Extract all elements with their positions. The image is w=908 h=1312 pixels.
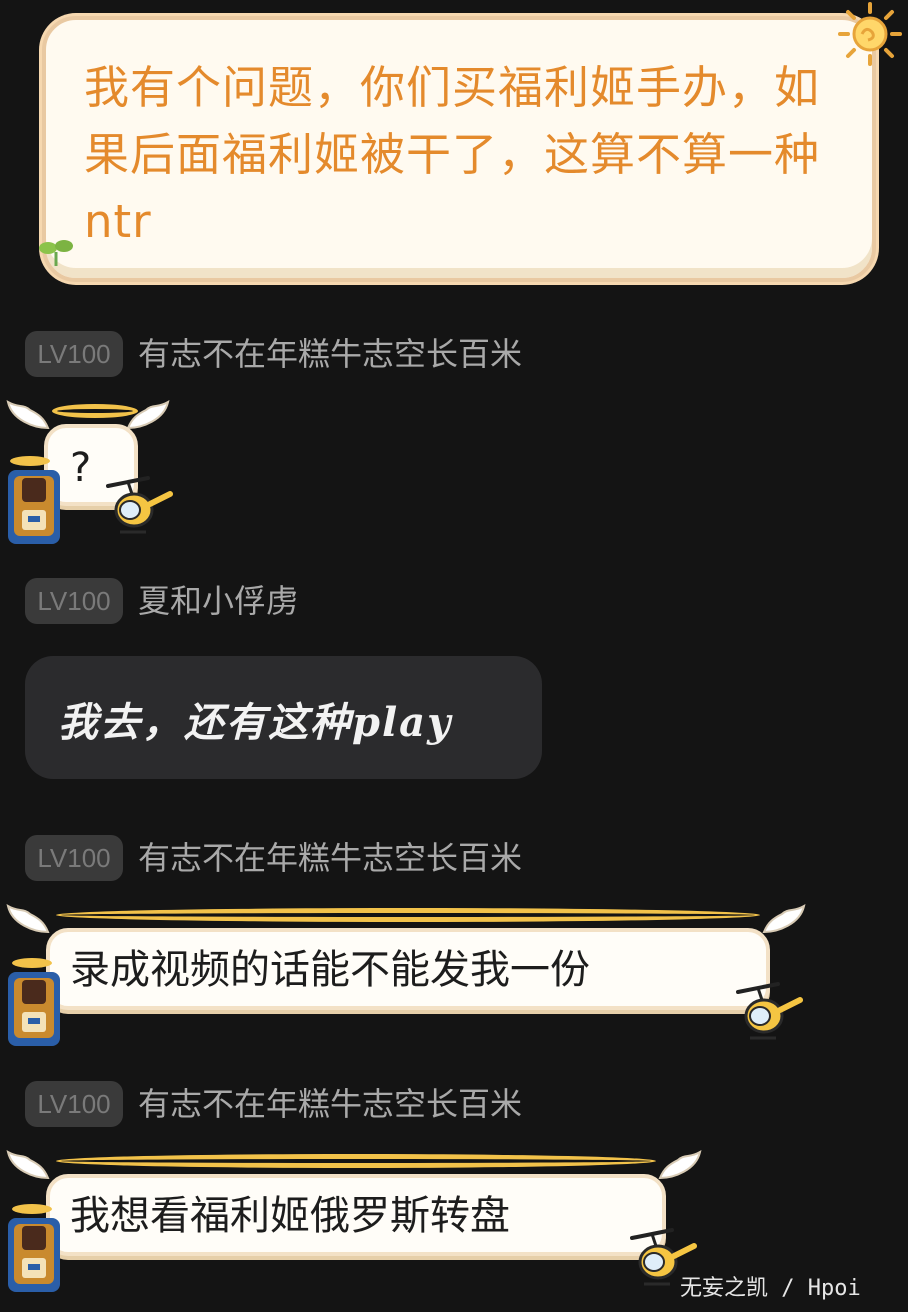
halo-icon bbox=[12, 1204, 52, 1214]
message-text: 我想看福利姬俄罗斯转盘 bbox=[70, 1193, 510, 1239]
wing-icon bbox=[6, 399, 50, 430]
watermark: 无妄之凯 / Hpoi bbox=[680, 1276, 861, 1301]
quote-text: 我有个问题，你们买福利姬手办，如果后面福利姬被干了，这算不算一种ntr bbox=[84, 61, 821, 248]
wing-icon bbox=[6, 1149, 50, 1180]
avatar-icon[interactable] bbox=[6, 970, 62, 1048]
message-text: 我去，还有这种play bbox=[58, 699, 453, 746]
level-badge: LV100 bbox=[25, 578, 123, 624]
username[interactable]: 夏和小俘虏 bbox=[138, 578, 298, 624]
avatar-icon[interactable] bbox=[6, 468, 62, 546]
level-badge: LV100 bbox=[25, 835, 123, 881]
username[interactable]: 有志不在年糕牛志空长百米 bbox=[138, 1081, 522, 1127]
halo-icon bbox=[12, 958, 52, 968]
message-text: ? bbox=[70, 445, 92, 491]
wing-icon bbox=[658, 1149, 702, 1180]
sprout-icon bbox=[39, 240, 73, 266]
message-text: 录成视频的话能不能发我一份 bbox=[70, 947, 590, 993]
sun-icon bbox=[838, 2, 902, 66]
halo-icon bbox=[56, 908, 760, 922]
avatar-icon[interactable] bbox=[6, 1216, 62, 1294]
helicopter-icon bbox=[736, 982, 803, 1040]
level-badge: LV100 bbox=[25, 1081, 123, 1127]
halo-icon bbox=[56, 1154, 656, 1168]
halo-icon bbox=[10, 456, 50, 466]
level-badge: LV100 bbox=[25, 331, 123, 377]
halo-icon bbox=[52, 404, 138, 418]
wing-icon bbox=[762, 903, 806, 934]
helicopter-icon bbox=[106, 476, 173, 534]
wing-icon bbox=[6, 903, 50, 934]
username[interactable]: 有志不在年糕牛志空长百米 bbox=[138, 331, 522, 377]
username[interactable]: 有志不在年糕牛志空长百米 bbox=[138, 835, 522, 881]
